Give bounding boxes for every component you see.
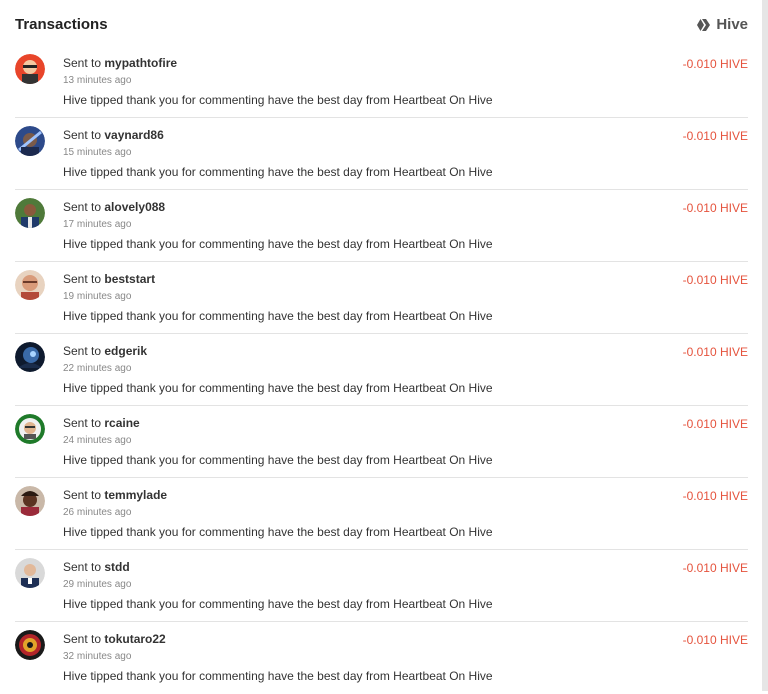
recipient-link[interactable]: tokutaro22 [104,632,165,646]
transaction-row[interactable]: Sent to tokutaro22 32 minutes ago Hive t… [15,622,748,694]
transaction-time: 22 minutes ago [63,363,132,374]
transaction-time: 13 minutes ago [63,75,132,86]
transaction-amount: -0.010 HIVE [682,417,748,431]
transaction-recipient: Sent to mypathtofire [63,56,178,70]
avatar[interactable] [15,414,45,444]
transaction-memo: Hive tipped thank you for commenting hav… [63,309,493,323]
transaction-list: Sent to mypathtofire 13 minutes ago Hive… [15,46,748,694]
transaction-memo: Hive tipped thank you for commenting hav… [63,93,493,107]
panel-header: Transactions Hive [15,16,748,36]
transaction-recipient: Sent to rcaine [63,416,140,430]
hive-brand-label: Hive [716,16,748,33]
recipient-link[interactable]: edgerik [104,344,147,358]
transaction-amount: -0.010 HIVE [682,561,748,575]
transaction-memo: Hive tipped thank you for commenting hav… [63,453,493,467]
transaction-recipient: Sent to beststart [63,272,156,286]
scrollbar[interactable] [762,0,768,691]
transaction-amount: -0.010 HIVE [682,129,748,143]
avatar[interactable] [15,54,45,84]
transaction-recipient: Sent to temmylade [63,488,168,502]
transaction-memo: Hive tipped thank you for commenting hav… [63,525,493,539]
transaction-row[interactable]: Sent to vaynard86 15 minutes ago Hive ti… [15,118,748,190]
transaction-time: 17 minutes ago [63,219,132,230]
avatar[interactable] [15,486,45,516]
recipient-link[interactable]: alovely088 [104,200,165,214]
transaction-recipient: Sent to tokutaro22 [63,632,166,646]
transaction-amount: -0.010 HIVE [682,345,748,359]
transaction-recipient: Sent to edgerik [63,344,148,358]
transaction-recipient: Sent to vaynard86 [63,128,164,142]
transaction-time: 29 minutes ago [63,579,132,590]
transaction-recipient: Sent to alovely088 [63,200,166,214]
transaction-memo: Hive tipped thank you for commenting hav… [63,237,493,251]
hive-brand[interactable]: Hive [696,16,748,33]
transaction-time: 15 minutes ago [63,147,132,158]
transaction-time: 26 minutes ago [63,507,132,518]
transaction-memo: Hive tipped thank you for commenting hav… [63,165,493,179]
transactions-panel: Transactions Hive Sent to mypathtofire 1… [0,0,760,691]
transaction-amount: -0.010 HIVE [682,633,748,647]
transaction-time: 19 minutes ago [63,291,132,302]
transaction-time: 32 minutes ago [63,651,132,662]
recipient-link[interactable]: mypathtofire [104,56,177,70]
transaction-amount: -0.010 HIVE [682,273,748,287]
transaction-amount: -0.010 HIVE [682,489,748,503]
transaction-row[interactable]: Sent to edgerik 22 minutes ago Hive tipp… [15,334,748,406]
transaction-row[interactable]: Sent to beststart 19 minutes ago Hive ti… [15,262,748,334]
transaction-row[interactable]: Sent to alovely088 17 minutes ago Hive t… [15,190,748,262]
transaction-time: 24 minutes ago [63,435,132,446]
avatar[interactable] [15,558,45,588]
transaction-amount: -0.010 HIVE [682,57,748,71]
transaction-row[interactable]: Sent to rcaine 24 minutes ago Hive tippe… [15,406,748,478]
transaction-row[interactable]: Sent to stdd 29 minutes ago Hive tipped … [15,550,748,622]
page-title: Transactions [15,16,108,33]
avatar[interactable] [15,198,45,228]
transaction-row[interactable]: Sent to mypathtofire 13 minutes ago Hive… [15,46,748,118]
hive-logo-icon [696,18,712,32]
transaction-recipient: Sent to stdd [63,560,130,574]
avatar[interactable] [15,342,45,372]
avatar[interactable] [15,126,45,156]
avatar[interactable] [15,270,45,300]
transaction-memo: Hive tipped thank you for commenting hav… [63,381,493,395]
transaction-memo: Hive tipped thank you for commenting hav… [63,669,493,683]
recipient-link[interactable]: beststart [104,272,155,286]
transaction-amount: -0.010 HIVE [682,201,748,215]
recipient-link[interactable]: temmylade [104,488,167,502]
avatar[interactable] [15,630,45,660]
recipient-link[interactable]: vaynard86 [104,128,163,142]
transaction-row[interactable]: Sent to temmylade 26 minutes ago Hive ti… [15,478,748,550]
recipient-link[interactable]: stdd [104,560,129,574]
recipient-link[interactable]: rcaine [104,416,139,430]
transaction-memo: Hive tipped thank you for commenting hav… [63,597,493,611]
